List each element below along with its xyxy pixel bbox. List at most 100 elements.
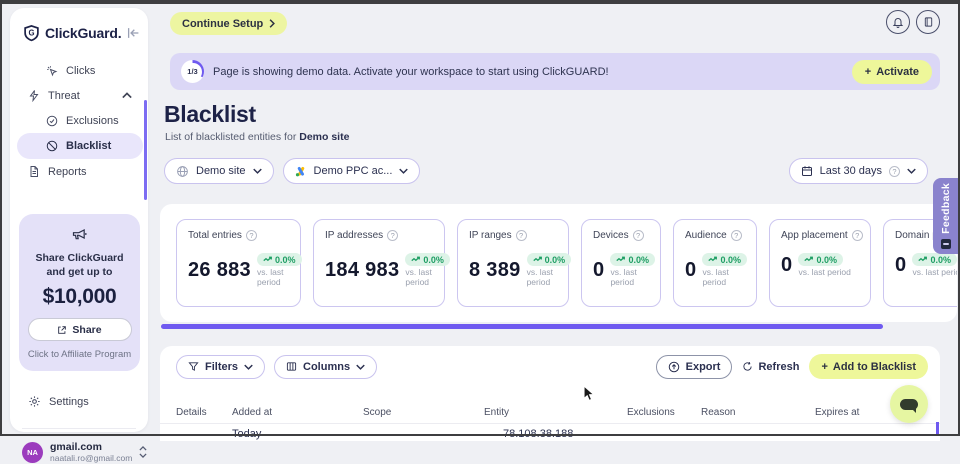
continue-setup-button[interactable]: Continue Setup (170, 12, 287, 35)
info-icon[interactable]: ? (516, 230, 527, 241)
trend-up-icon (804, 256, 813, 263)
stat-vs-label: vs. last period (798, 267, 850, 277)
add-to-blacklist-button[interactable]: + Add to Blacklist (809, 354, 928, 379)
chevron-down-icon (907, 168, 916, 174)
stat-card-ip-addresses: IP addresses? 184 983 0.0% vs. last peri… (313, 219, 445, 307)
horizontal-scrollbar[interactable] (161, 324, 883, 329)
export-button[interactable]: Export (656, 355, 733, 379)
stat-value: 0 (895, 254, 906, 277)
notifications-bell-button[interactable] (886, 10, 910, 34)
info-icon[interactable]: ? (852, 230, 863, 241)
table-row[interactable]: Today 78.108.38.188 (160, 426, 940, 440)
trend-up-icon (616, 256, 625, 263)
user-menu[interactable]: NA gmail.com naatali.ro@gmail.com (10, 439, 148, 463)
info-icon[interactable]: ? (246, 230, 257, 241)
affiliate-promo-card[interactable]: Share ClickGuard and get up to $10,000 S… (19, 214, 140, 371)
ppc-account-selector[interactable]: Demo PPC ac... (283, 158, 421, 184)
vertical-scrollbar[interactable] (936, 422, 939, 434)
stat-value: 8 389 (469, 259, 521, 282)
sidebar-item-reports[interactable]: Reports (10, 159, 148, 184)
columns-button[interactable]: Columns (274, 355, 377, 379)
cell-entity: 78.108.38.188 (503, 428, 573, 440)
stat-value: 26 883 (188, 259, 251, 282)
stat-label: App placement (781, 230, 848, 241)
stat-label: IP addresses (325, 230, 383, 241)
stat-label: Audience (685, 230, 727, 241)
trend-up-icon (708, 256, 717, 263)
collapse-sidebar-icon[interactable] (127, 27, 140, 39)
stat-card-app-placement: App placement? 0 0.0% vs. last period (769, 219, 871, 307)
feedback-label: Feedback (940, 183, 952, 234)
sidebar-item-label: Blacklist (66, 140, 111, 152)
stat-vs-label: vs. last period (610, 267, 655, 287)
sidebar-scrollbar[interactable] (144, 100, 147, 200)
trend-up-icon (263, 256, 272, 263)
demo-data-banner: 1/3 Page is showing demo data. Activate … (170, 53, 940, 90)
book-icon (923, 16, 934, 28)
gear-icon (28, 395, 41, 408)
page-subtitle: List of blacklisted entities for Demo si… (165, 131, 349, 143)
user-email: naatali.ro@gmail.com (50, 453, 132, 463)
stat-vs-label: vs. last period (527, 267, 572, 287)
promo-headline: Share ClickGuard and get up to (27, 252, 132, 279)
calendar-icon (801, 165, 813, 177)
cell-added-at: Today (232, 428, 261, 440)
chevron-up-icon[interactable] (122, 92, 132, 99)
sidebar-item-settings[interactable]: Settings (10, 389, 148, 414)
activate-button[interactable]: + Activate (852, 60, 932, 84)
document-icon (28, 165, 40, 178)
chat-widget-button[interactable] (890, 385, 928, 423)
docs-button[interactable] (916, 10, 940, 34)
plus-icon: + (865, 66, 871, 78)
filters-label: Filters (205, 361, 238, 373)
info-icon[interactable]: ? (633, 230, 644, 241)
ppc-account-label: Demo PPC ac... (314, 165, 393, 177)
brand-logo: G ClickGuard. (10, 8, 148, 58)
date-range-label: Last 30 days (820, 165, 882, 177)
promo-amount: $10,000 (27, 285, 132, 309)
info-icon[interactable]: ? (889, 166, 900, 177)
chevron-down-icon (244, 364, 253, 370)
chevron-down-icon (356, 364, 365, 370)
stat-vs-label: vs. last period (702, 267, 747, 287)
svg-text:G: G (28, 28, 34, 37)
share-button[interactable]: Share (28, 318, 132, 341)
trend-up-icon (533, 256, 542, 263)
stat-label: Total entries (188, 230, 242, 241)
trend-badge: 0.0% (405, 253, 450, 266)
feedback-tab[interactable]: Feedback (933, 178, 958, 254)
stats-panel: Total entries? 26 883 0.0% vs. last peri… (160, 204, 957, 322)
column-header-details: Details (176, 407, 207, 418)
columns-label: Columns (303, 361, 350, 373)
info-icon[interactable]: ? (731, 230, 742, 241)
sidebar-item-label: Threat (48, 90, 80, 102)
stat-vs-label: vs. last period (257, 267, 302, 287)
page-title: Blacklist (164, 101, 256, 128)
trend-badge: 0.0% (912, 253, 957, 266)
chevron-down-icon (253, 168, 262, 174)
divider (22, 428, 136, 429)
date-range-selector[interactable]: Last 30 days ? (789, 158, 928, 184)
sidebar-item-exclusions[interactable]: Exclusions (10, 108, 148, 133)
info-icon[interactable]: ? (387, 230, 398, 241)
sidebar-item-blacklist[interactable]: Blacklist (17, 133, 143, 159)
plus-icon: + (821, 361, 827, 373)
megaphone-icon (71, 226, 88, 242)
sidebar-item-label: Clicks (66, 65, 95, 77)
site-selector-label: Demo site (196, 165, 246, 177)
site-selector[interactable]: Demo site (164, 158, 274, 184)
subtitle-site-name: Demo site (299, 131, 349, 143)
setup-progress-ring: 1/3 (181, 60, 204, 83)
refresh-button[interactable]: Refresh (742, 361, 799, 373)
stat-value: 0 (685, 259, 696, 282)
setup-step-count: 1/3 (184, 63, 202, 81)
google-ads-icon (295, 166, 307, 177)
sidebar-item-threat[interactable]: Threat (10, 83, 148, 108)
sidebar-item-label: Exclusions (66, 115, 119, 127)
filters-button[interactable]: Filters (176, 355, 265, 379)
stat-card-devices: Devices? 0 0.0% vs. last period (581, 219, 661, 307)
stat-card-ip-ranges: IP ranges? 8 389 0.0% vs. last period (457, 219, 569, 307)
chevron-right-icon (269, 19, 275, 28)
sidebar-item-clicks[interactable]: Clicks (10, 58, 148, 83)
add-to-blacklist-label: Add to Blacklist (833, 361, 916, 373)
